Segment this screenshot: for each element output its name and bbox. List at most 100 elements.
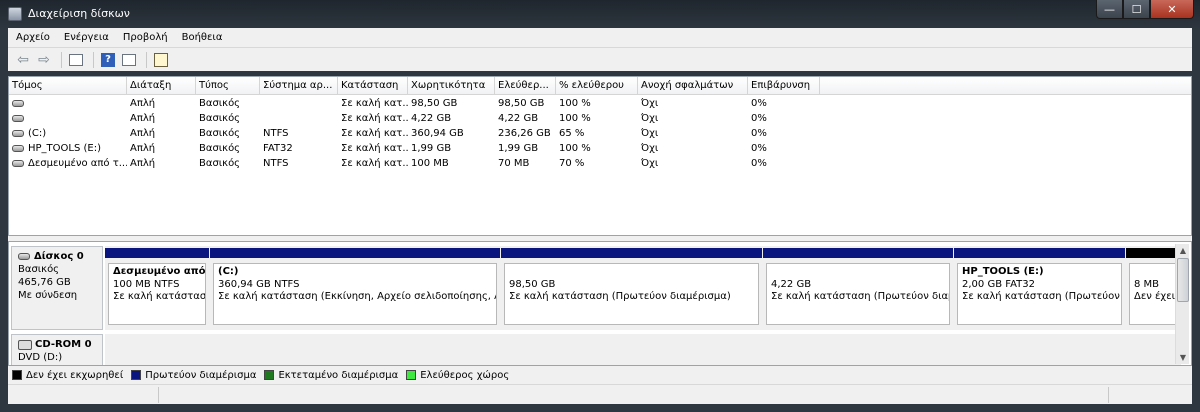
- type-cell: Βασικός: [199, 113, 241, 124]
- disk-0-title: Δίσκος 0: [18, 250, 102, 263]
- table-row[interactable]: (C:) Απλή Βασικός NTFS Σε καλή κατ... 36…: [9, 126, 820, 141]
- close-button[interactable]: ✕: [1150, 0, 1194, 19]
- layout-cell: Απλή: [130, 158, 156, 169]
- overhead-cell: 0%: [751, 128, 767, 139]
- table-row[interactable]: Απλή Βασικός Σε καλή κατ... 4,22 GB 4,22…: [9, 111, 820, 126]
- scrollbar-thumb[interactable]: [1177, 258, 1189, 302]
- legend-item: Εκτεταμένο διαμέρισμα: [264, 370, 398, 381]
- cdrom-icon: [18, 339, 32, 350]
- type-cell: Βασικός: [199, 128, 241, 139]
- disk-0-partition-map: Δεσμευμένο από 100 MB NTFS Σε καλή κατάσ…: [105, 246, 1181, 330]
- volume-icon: [12, 100, 24, 107]
- properties-icon: [154, 52, 168, 67]
- legend-item: Πρωτεύον διαμέρισμα: [131, 370, 256, 381]
- fault-tolerance-cell: Όχι: [641, 158, 659, 169]
- percent-free-cell: 100 %: [559, 143, 591, 154]
- overhead-cell: 0%: [751, 143, 767, 154]
- volume-list[interactable]: Τόμος Διάταξη Τύπος Σύστημα αρ... Κατάστ…: [8, 76, 1192, 236]
- status-cell: Σε καλή κατ...: [341, 158, 408, 169]
- legend-item: Ελεύθερος χώρος: [406, 370, 509, 381]
- fault-tolerance-cell: Όχι: [641, 143, 659, 154]
- column-type[interactable]: Τύπος: [196, 77, 260, 95]
- column-percent-free[interactable]: % ελεύθερου: [556, 77, 638, 95]
- fault-tolerance-cell: Όχι: [641, 128, 659, 139]
- unallocated-swatch: [12, 370, 22, 380]
- overhead-cell: 0%: [751, 113, 767, 124]
- forward-arrow-icon: ⇨: [38, 51, 50, 68]
- layout-cell: Απλή: [130, 143, 156, 154]
- action-pane-icon: [122, 53, 136, 66]
- status-cell: Σε καλή κατ...: [341, 128, 408, 139]
- disk-0-status: Με σύνδεση: [18, 290, 78, 301]
- primary-partition-bar: [501, 248, 762, 258]
- toolbar-separator: [61, 51, 62, 68]
- percent-free-cell: 65 %: [559, 128, 585, 139]
- show-hide-action-pane-button[interactable]: [120, 51, 138, 69]
- properties-button[interactable]: [152, 51, 170, 69]
- help-button[interactable]: ?: [99, 51, 117, 69]
- menu-view[interactable]: Προβολή: [123, 32, 168, 43]
- cdrom-0-info[interactable]: CD-ROM 0 DVD (D:): [11, 334, 103, 365]
- table-row[interactable]: HP_TOOLS (E:) Απλή Βασικός FAT32 Σε καλή…: [9, 141, 820, 156]
- table-row[interactable]: Απλή Βασικός Σε καλή κατ... 98,50 GB 98,…: [9, 96, 820, 111]
- volume-cell: [9, 96, 127, 111]
- cdrom-0-title: CD-ROM 0: [18, 338, 102, 351]
- status-cell: Σε καλή κατ...: [341, 98, 408, 109]
- back-button[interactable]: ⇦: [14, 51, 32, 69]
- disk-pane-scrollbar[interactable]: ▲ ▼: [1175, 244, 1189, 364]
- layout-cell: Απλή: [130, 113, 156, 124]
- title-bar[interactable]: Διαχείριση δίσκων — ☐ ✕: [0, 0, 1200, 28]
- partition-details: Δεσμευμένο από 100 MB NTFS Σε καλή κατάσ…: [108, 263, 206, 325]
- scroll-up-icon[interactable]: ▲: [1176, 244, 1190, 257]
- column-overhead[interactable]: Επιβάρυνση: [748, 77, 820, 95]
- partition-unallocated[interactable]: 8 MB Δεν έχει: [1126, 248, 1179, 328]
- primary-partition-swatch: [131, 370, 142, 380]
- maximize-button[interactable]: ☐: [1123, 0, 1150, 19]
- capacity-cell: 360,94 GB: [411, 128, 464, 139]
- partition-4gb[interactable]: 4,22 GB Σε καλή κατάσταση (Πρωτεύον διαμ: [763, 248, 953, 328]
- disk-0-type: Βασικός: [18, 264, 60, 275]
- primary-partition-bar: [763, 248, 953, 258]
- show-hide-console-tree-button[interactable]: [67, 51, 85, 69]
- menu-file[interactable]: Αρχείο: [16, 32, 50, 43]
- volume-cell: Δεσμευμένο από τ...: [9, 156, 127, 171]
- hard-disk-icon: [18, 253, 30, 260]
- column-file-system[interactable]: Σύστημα αρ...: [260, 77, 338, 95]
- table-row[interactable]: Δεσμευμένο από τ... Απλή Βασικός NTFS Σε…: [9, 156, 820, 171]
- status-bar: [8, 384, 1192, 404]
- menu-action[interactable]: Ενέργεια: [64, 32, 109, 43]
- column-status[interactable]: Κατάσταση: [338, 77, 408, 95]
- type-cell: Βασικός: [199, 143, 241, 154]
- partition-system-reserved[interactable]: Δεσμευμένο από 100 MB NTFS Σε καλή κατάσ…: [105, 248, 209, 328]
- volume-cell: (C:): [9, 126, 127, 141]
- volume-cell: [9, 111, 127, 126]
- column-fault-tolerance[interactable]: Ανοχή σφαλμάτων: [638, 77, 748, 95]
- percent-free-cell: 100 %: [559, 113, 591, 124]
- disk-map-pane: Δίσκος 0 Βασικός 465,76 GB Με σύνδεση Δε…: [8, 241, 1192, 366]
- column-layout[interactable]: Διάταξη: [127, 77, 196, 95]
- volume-icon: [12, 145, 24, 152]
- forward-button[interactable]: ⇨: [35, 51, 53, 69]
- partition-details: (C:) 360,94 GB NTFS Σε καλή κατάσταση (Ε…: [213, 263, 497, 325]
- console-tree-icon: [69, 53, 83, 66]
- scroll-down-icon[interactable]: ▼: [1176, 351, 1190, 364]
- status-cell: Σε καλή κατ...: [341, 113, 408, 124]
- percent-free-cell: 100 %: [559, 98, 591, 109]
- minimize-button[interactable]: —: [1096, 0, 1123, 19]
- toolbar-separator: [146, 51, 147, 68]
- partition-c[interactable]: (C:) 360,94 GB NTFS Σε καλή κατάσταση (Ε…: [210, 248, 500, 328]
- column-volume[interactable]: Τόμος: [9, 77, 127, 95]
- overhead-cell: 0%: [751, 98, 767, 109]
- type-cell: Βασικός: [199, 158, 241, 169]
- free-space-cell: 236,26 GB: [498, 128, 551, 139]
- column-free-space[interactable]: Ελεύθερ...: [495, 77, 556, 95]
- partition-hp-tools[interactable]: HP_TOOLS (E:) 2,00 GB FAT32 Σε καλή κατά…: [954, 248, 1125, 328]
- disk-0-info[interactable]: Δίσκος 0 Βασικός 465,76 GB Με σύνδεση: [11, 246, 103, 330]
- disk-0-size: 465,76 GB: [18, 277, 71, 288]
- layout-cell: Απλή: [130, 98, 156, 109]
- file-system-cell: [260, 111, 338, 126]
- partition-98gb[interactable]: 98,50 GB Σε καλή κατάσταση (Πρωτεύον δια…: [501, 248, 762, 328]
- column-header: Τόμος Διάταξη Τύπος Σύστημα αρ... Κατάστ…: [9, 77, 1191, 95]
- column-capacity[interactable]: Χωρητικότητα: [408, 77, 495, 95]
- menu-help[interactable]: Βοήθεια: [182, 32, 223, 43]
